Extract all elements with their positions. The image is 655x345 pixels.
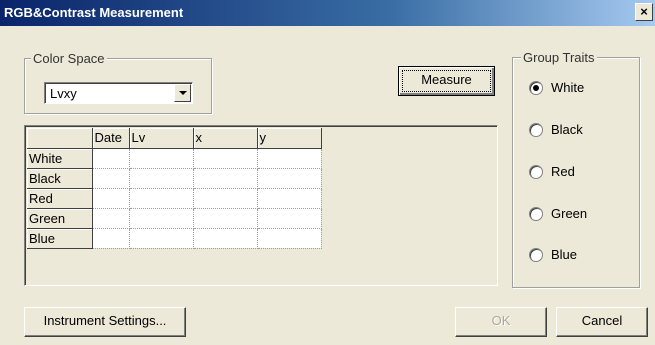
table-row: Blue (27, 228, 322, 249)
table-cell[interactable] (92, 228, 130, 249)
column-header[interactable]: x (193, 128, 258, 149)
table-cell[interactable] (92, 168, 130, 189)
cancel-label: Cancel (581, 313, 623, 328)
table-cell[interactable] (257, 188, 322, 209)
title-bar: RGB&Contrast Measurement × (0, 0, 655, 26)
dropdown-button[interactable] (174, 84, 191, 102)
corner-header (27, 128, 93, 149)
radio-blue[interactable]: Blue (529, 247, 577, 262)
cancel-button[interactable]: Cancel (556, 307, 648, 337)
ok-label: OK (491, 313, 511, 328)
row-header[interactable]: Blue (27, 228, 93, 249)
chevron-down-icon (178, 91, 187, 95)
measure-label: Measure (421, 72, 472, 87)
measure-button[interactable]: Measure (398, 66, 495, 96)
table-cell[interactable] (257, 168, 322, 189)
row-header[interactable]: Green (27, 208, 93, 229)
table-cell[interactable] (129, 188, 194, 209)
table-cell[interactable] (193, 188, 258, 209)
color-space-group: Color Space Lvxy (24, 51, 212, 114)
color-space-legend: Color Space (31, 51, 107, 66)
group-traits-legend: Group Traits (521, 50, 597, 65)
radio-icon (529, 247, 543, 262)
row-header[interactable]: White (27, 148, 93, 169)
radio-checked-icon (529, 80, 543, 95)
table-cell[interactable] (257, 228, 322, 249)
row-header[interactable]: Red (27, 188, 93, 209)
table-cell[interactable] (193, 148, 258, 169)
table-cell[interactable] (193, 228, 258, 249)
column-header[interactable]: y (257, 128, 322, 149)
close-icon: × (640, 4, 648, 19)
color-space-select[interactable]: Lvxy (44, 82, 193, 104)
radio-label: White (551, 80, 585, 95)
radio-red[interactable]: Red (529, 164, 575, 179)
table-row: Green (27, 208, 322, 229)
radio-label: Blue (551, 247, 578, 262)
header-row: Date Lv x y (27, 128, 322, 149)
radio-label: Black (551, 122, 583, 137)
table-cell[interactable] (193, 208, 258, 229)
radio-label: Red (551, 164, 575, 179)
column-header[interactable]: Date (92, 128, 130, 149)
table-cell[interactable] (129, 228, 194, 249)
table-row: Black (27, 168, 322, 189)
radio-icon (529, 122, 543, 137)
instrument-settings-label: Instrument Settings... (43, 313, 167, 328)
radio-icon (529, 164, 543, 179)
table-cell[interactable] (92, 208, 130, 229)
table-row: Red (27, 188, 322, 209)
table-cell[interactable] (92, 188, 130, 209)
window-title: RGB&Contrast Measurement (4, 5, 184, 20)
instrument-settings-button[interactable]: Instrument Settings... (24, 307, 186, 337)
close-button[interactable]: × (635, 3, 653, 21)
radio-white[interactable]: White (529, 80, 584, 95)
radio-black[interactable]: Black (529, 122, 583, 137)
table-row: White (27, 148, 322, 169)
ok-button[interactable]: OK (455, 307, 547, 337)
radio-green[interactable]: Green (529, 206, 587, 221)
measurement-table: Date Lv x y White Black Red Green Blue (27, 128, 322, 249)
radio-icon (529, 206, 543, 221)
group-traits-group: Group Traits White Black Red Green Blue (512, 50, 640, 288)
table-cell[interactable] (129, 148, 194, 169)
measurement-grid[interactable]: Date Lv x y White Black Red Green Blue (24, 125, 498, 286)
radio-label: Green (551, 206, 588, 221)
table-cell[interactable] (193, 168, 258, 189)
table-cell[interactable] (257, 208, 322, 229)
table-cell[interactable] (129, 168, 194, 189)
table-cell[interactable] (129, 208, 194, 229)
table-cell[interactable] (92, 148, 130, 169)
color-space-value: Lvxy (50, 86, 77, 101)
column-header[interactable]: Lv (129, 128, 194, 149)
table-cell[interactable] (257, 148, 322, 169)
row-header[interactable]: Black (27, 168, 93, 189)
